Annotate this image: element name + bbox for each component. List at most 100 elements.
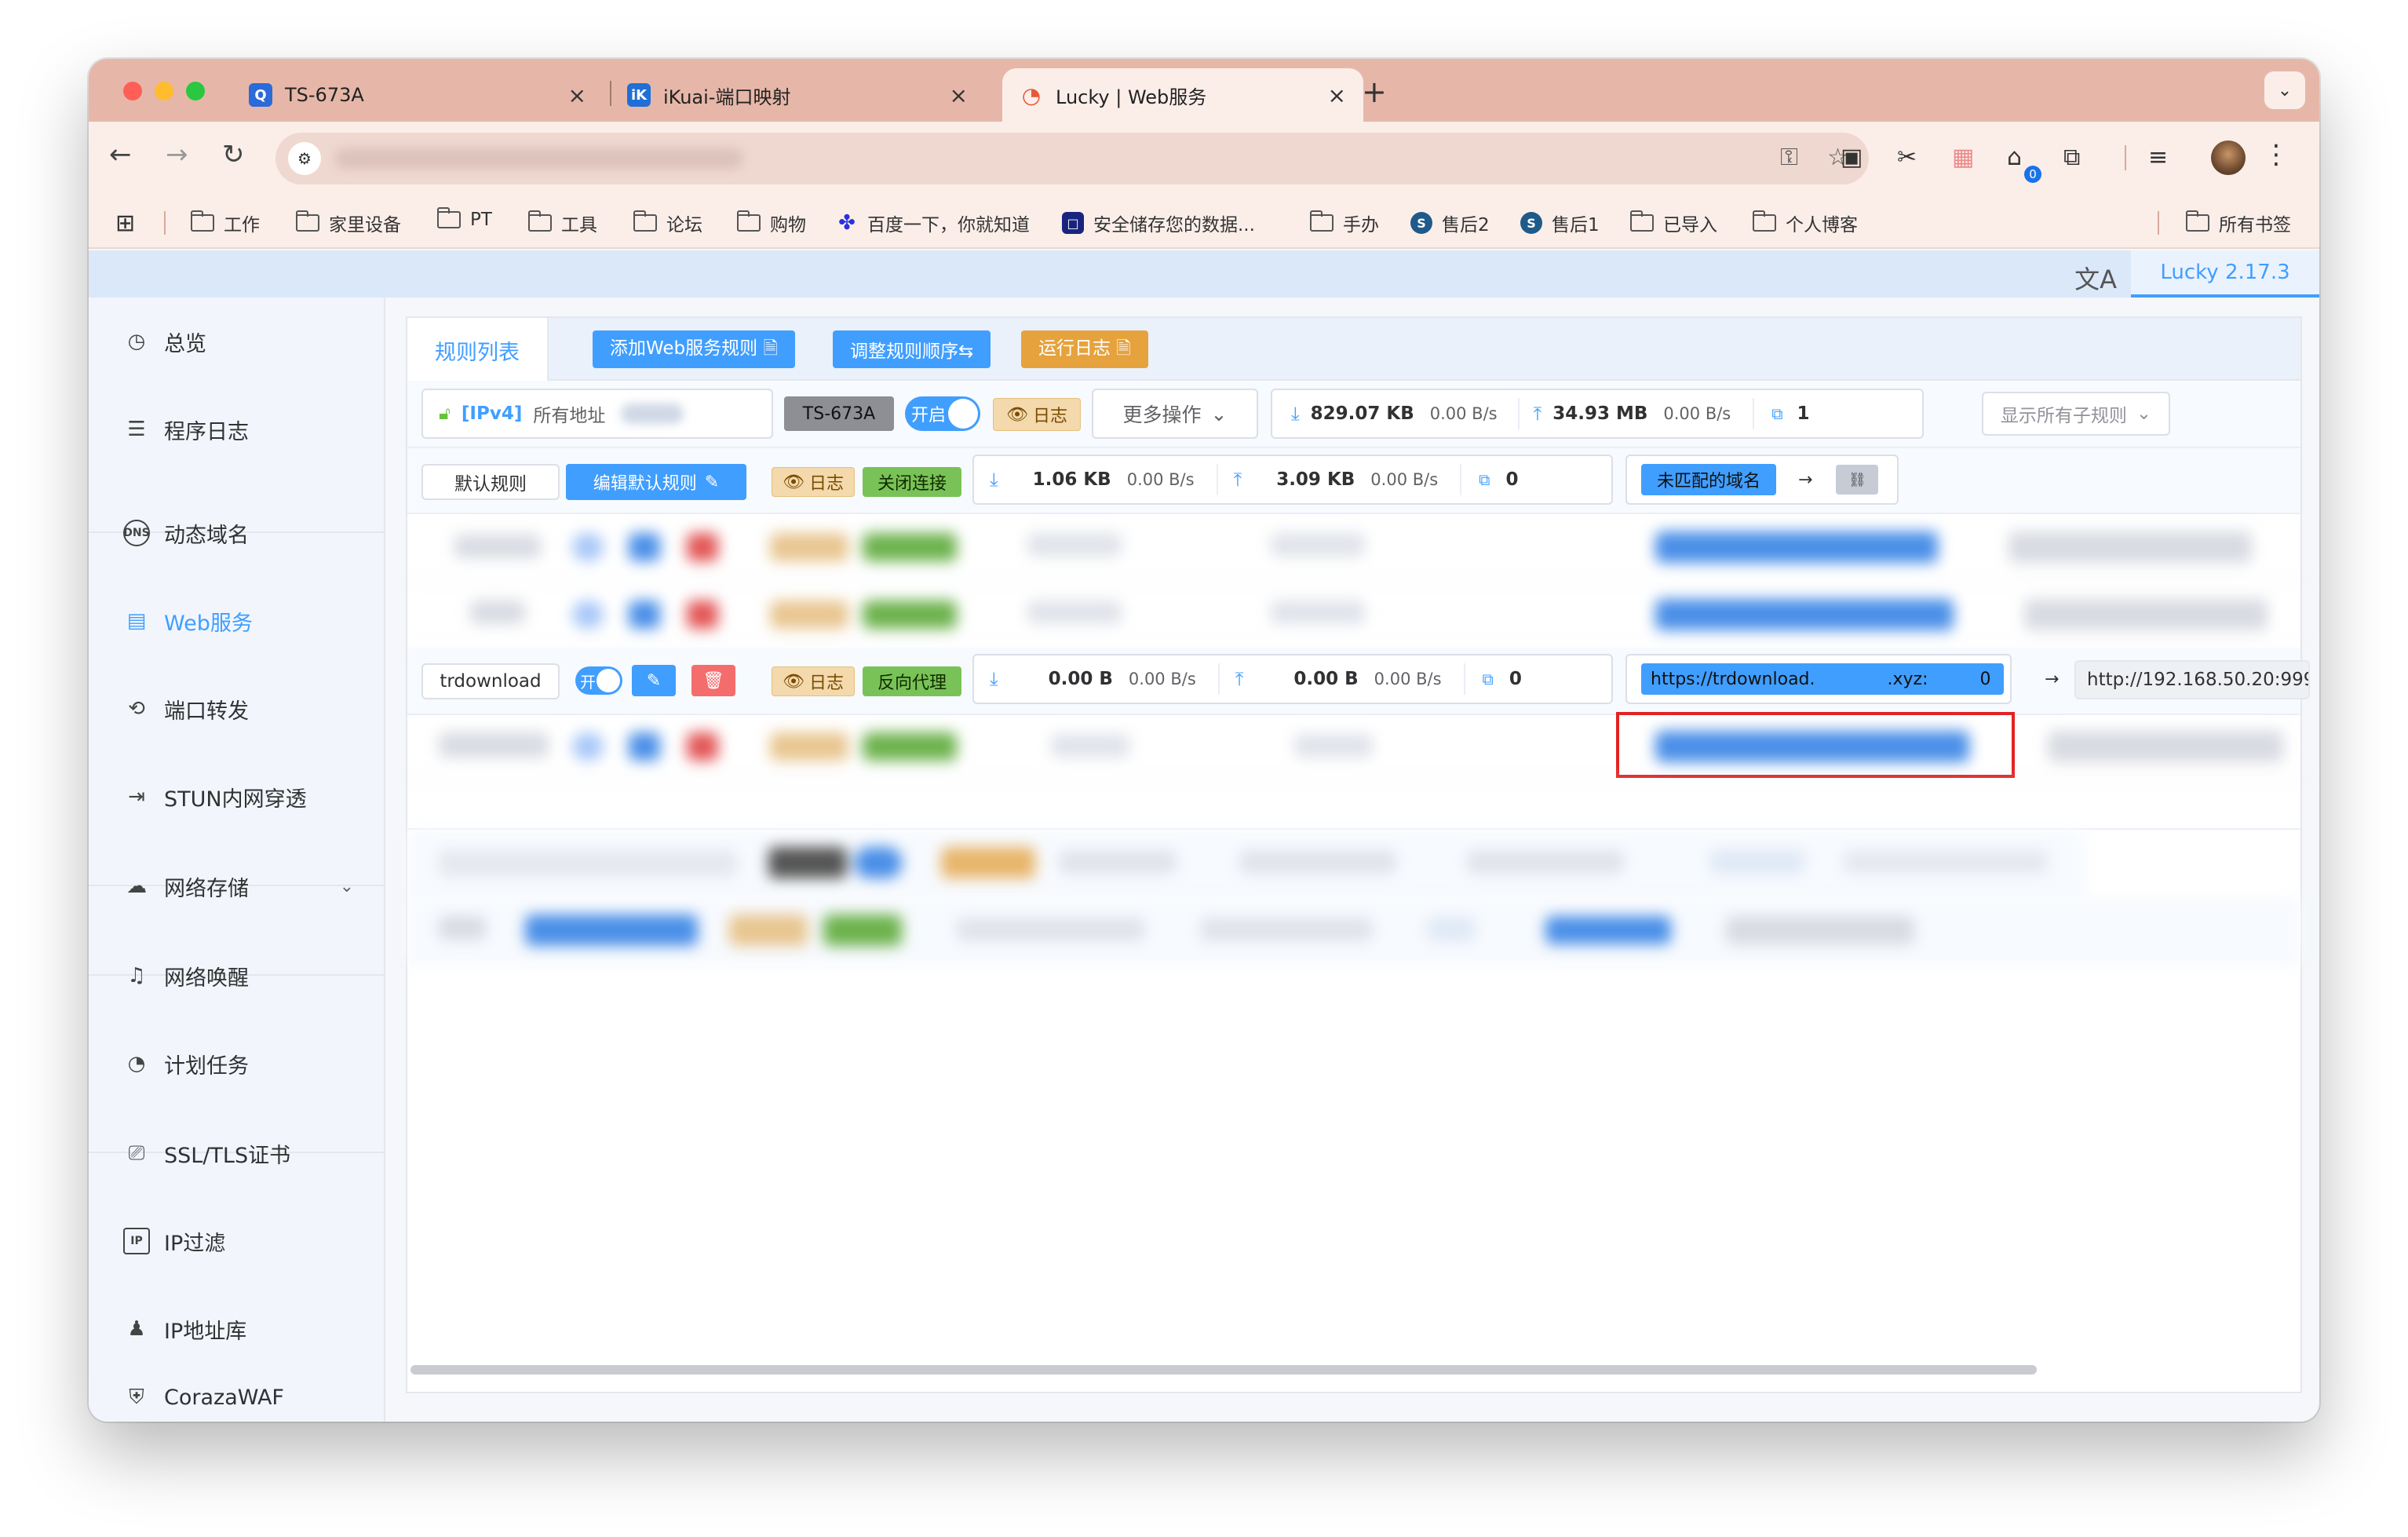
menu-icon[interactable]: ⋮	[2263, 139, 2289, 170]
bookmark-folder[interactable]: 工作	[191, 210, 260, 236]
bookmark-link[interactable]: S 售后1	[1520, 210, 1600, 236]
upload-icon: ⤒	[1235, 668, 1244, 690]
horizontal-scrollbar[interactable]	[410, 1365, 2037, 1375]
add-web-rule-button[interactable]: 添加Web服务规则 🗎	[593, 330, 795, 368]
service-enable-toggle[interactable]: 开启	[905, 396, 980, 431]
eye-icon: 👁︎	[783, 671, 804, 692]
bookmark-link[interactable]: S 售后2	[1410, 210, 1490, 236]
arrow-right-icon: →	[1798, 469, 1813, 490]
tab-lucky[interactable]: ◔ Lucky | Web服务 ×	[1002, 68, 1363, 122]
screenshot-icon[interactable]: ✂	[1897, 144, 1917, 171]
default-log-button[interactable]: 👁︎ 日志	[772, 467, 855, 497]
default-action-tag: 关闭连接	[863, 467, 961, 497]
trash-icon: 🗑︎	[702, 670, 724, 691]
rule-enable-toggle[interactable]: 开	[575, 666, 622, 695]
delete-rule-button[interactable]: 🗑︎	[691, 665, 735, 696]
sidebar-item-ssl[interactable]: ⎚ SSL/TLS证书	[89, 1109, 385, 1197]
bookmark-folder[interactable]: PT	[437, 207, 492, 230]
minimize-window-button[interactable]	[155, 82, 173, 100]
browser-window: Q TS-673A × iK iKuai-端口映射 × ◔ Lucky | We…	[89, 59, 2319, 1422]
bookmark-folder[interactable]: 家里设备	[296, 210, 401, 236]
service-log-button[interactable]: 👁︎ 日志	[993, 398, 1081, 431]
s-site-icon: S	[1410, 212, 1432, 234]
bookmark-folder[interactable]: 手办	[1310, 210, 1379, 236]
close-window-button[interactable]	[123, 82, 142, 100]
edit-rule-button[interactable]: ✎	[632, 665, 676, 696]
reorder-rules-button[interactable]: 调整规则顺序⇆	[833, 330, 991, 368]
close-tab-icon[interactable]: ×	[1328, 82, 1346, 108]
close-tab-icon[interactable]: ×	[950, 82, 968, 108]
rule-domain-tag: https://trdownload. .xyz: 0	[1641, 663, 2004, 695]
version-tab[interactable]: Lucky 2.17.3	[2131, 250, 2319, 298]
extension-badge: 0	[2024, 166, 2041, 183]
folder-icon	[633, 210, 657, 232]
tab-ts673a[interactable]: Q TS-673A ×	[235, 68, 604, 122]
clock-icon: ◔	[127, 1052, 146, 1075]
all-bookmarks[interactable]: 所有书签	[2186, 210, 2291, 236]
sidebar-item-port-forward[interactable]: ⟲ 端口转发	[89, 665, 385, 753]
tab-search-button[interactable]: ⌄	[2264, 71, 2305, 109]
sidebar-item-ip-db[interactable]: ♟ IP地址库	[89, 1285, 385, 1373]
folder-icon	[737, 210, 761, 232]
bookmark-link[interactable]: □ 安全储存您的数据...	[1062, 210, 1255, 236]
bookmark-folder[interactable]: 已导入	[1630, 210, 1717, 236]
sidebar-item-storage[interactable]: ☁ 网络存储 ⌄	[89, 842, 385, 930]
puzzle-icon[interactable]: ⧉	[2063, 144, 2080, 171]
bookmark-folder[interactable]: 论坛	[633, 210, 702, 236]
sidebar-item-web[interactable]: ▤ Web服务	[89, 577, 385, 665]
media-icon[interactable]: ≡	[2148, 144, 2168, 171]
sidebar-item-cron[interactable]: ◔ 计划任务	[89, 1020, 385, 1108]
edit-icon: ✎	[646, 670, 662, 691]
sidebar-item-overview[interactable]: ◷ 总览	[89, 298, 385, 385]
bookmark-folder[interactable]: 购物	[737, 210, 806, 236]
apps-icon[interactable]: ⊞	[115, 210, 135, 237]
rule-log-button[interactable]: 👁︎ 日志	[772, 666, 855, 696]
extension-icon[interactable]: ▣	[1841, 144, 1863, 171]
bookmarks-bar: ⊞ 工作 家里设备 PT 工具 论坛 购物 ✤ 百度一下，你就知道 □ 安全储存您的…	[89, 194, 2319, 249]
tab-title: TS-673A	[285, 84, 364, 106]
chevron-down-icon: ⌄	[2136, 403, 2152, 424]
bookmark-baidu[interactable]: ✤ 百度一下，你就知道	[836, 210, 1030, 236]
address-bar[interactable]: ⚙ ⚿ ☆	[275, 133, 1869, 184]
site-info-icon[interactable]: ⚙	[288, 142, 321, 175]
folder-icon	[1310, 210, 1334, 232]
edit-default-rule-button[interactable]: 编辑默认规则 ✎	[566, 464, 746, 500]
translate-icon[interactable]: 文A	[2074, 260, 2117, 296]
sidebar-item-waf[interactable]: ⛨ CorazaWAF	[89, 1373, 385, 1422]
sidebar-item-logs[interactable]: ☰ 程序日志	[89, 385, 385, 473]
url-redacted	[335, 148, 743, 169]
bookmark-folder[interactable]: 工具	[528, 210, 597, 236]
shield-icon: ⛨	[129, 1385, 144, 1409]
sidebar-item-ip-filter[interactable]: IP IP过滤	[89, 1197, 385, 1285]
sidebar-item-stun[interactable]: ⇥ STUN内网穿透	[89, 753, 385, 841]
tab-rule-list[interactable]: 规则列表	[407, 318, 549, 382]
service-name-tag: TS-673A	[784, 396, 894, 431]
new-tab-button[interactable]: +	[1362, 75, 1387, 109]
forward-button[interactable]: →	[166, 139, 188, 170]
download-icon: ⤓	[990, 469, 998, 491]
port-redacted	[1928, 663, 1980, 695]
listen-address: 🔓︎ [IPv4] 所有地址	[421, 389, 773, 439]
more-actions-dropdown[interactable]: 更多操作 ⌄	[1092, 389, 1258, 439]
run-log-button[interactable]: 运行日志 🗎	[1021, 330, 1148, 368]
connections-icon: ⧉	[1479, 470, 1490, 489]
profile-avatar[interactable]	[2211, 141, 2246, 175]
key-icon[interactable]: ⚿	[1780, 144, 1798, 171]
port-redacted	[621, 403, 684, 424]
zoom-window-button[interactable]	[186, 82, 205, 100]
tab-ikuai[interactable]: iK iKuai-端口映射 ×	[616, 68, 985, 122]
bookmark-folder[interactable]: 个人博客	[1753, 210, 1858, 236]
folder-icon	[1753, 210, 1776, 232]
log-icon: ☰	[127, 418, 146, 441]
sub-rule-filter-select[interactable]: 显示所有子规则 ⌄	[1982, 392, 2170, 436]
close-tab-icon[interactable]: ×	[568, 82, 586, 108]
reload-button[interactable]: ↻	[222, 139, 245, 170]
rule-row-trdownload: trdownload 开 ✎ 🗑︎ 👁︎ 日志 反向代理 ⤓ 0.00 B 0.0…	[407, 648, 2310, 715]
home-extension-icon[interactable]: ⌂	[2007, 144, 2022, 171]
game-icon[interactable]: ▦	[1952, 144, 1974, 171]
chevron-down-icon: ⌄	[339, 876, 354, 896]
back-button[interactable]: ←	[109, 139, 132, 170]
sidebar-item-ddns[interactable]: DNS 动态域名	[89, 489, 385, 577]
sidebar-item-wol[interactable]: ♫ 网络唤醒	[89, 932, 385, 1020]
lucky-icon: ◔	[1021, 82, 1042, 108]
